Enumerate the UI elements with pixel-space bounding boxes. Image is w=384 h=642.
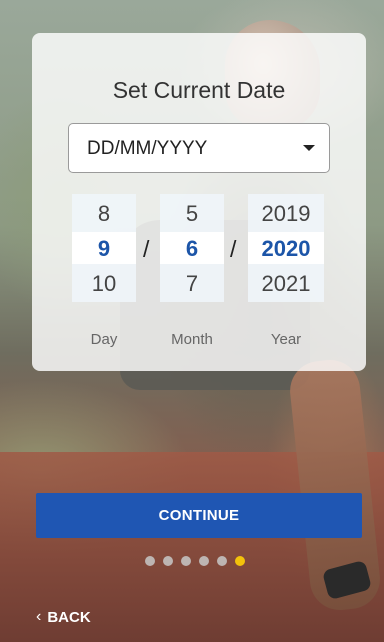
back-label: BACK: [47, 608, 91, 626]
date-card: Set Current Date DD/MM/YYYY 8 9 10 / 5 6…: [32, 33, 366, 371]
pagination-dot-active: [235, 556, 245, 566]
day-selected[interactable]: 9: [72, 236, 136, 262]
year-label: Year: [270, 331, 302, 348]
date-separator: /: [143, 236, 150, 262]
date-separator: /: [230, 236, 237, 262]
month-prev[interactable]: 5: [160, 201, 224, 227]
date-format-value: DD/MM/YYYY: [87, 138, 208, 159]
pagination-dot: [163, 556, 173, 566]
year-prev[interactable]: 2019: [248, 201, 324, 227]
chevron-left-icon: ‹: [36, 608, 42, 625]
back-button[interactable]: ‹ BACK: [36, 608, 91, 626]
day-label: Day: [90, 331, 118, 348]
page-title: Set Current Date: [112, 77, 286, 103]
day-prev[interactable]: 8: [72, 201, 136, 227]
pagination-dot: [145, 556, 155, 566]
continue-button[interactable]: CONTINUE: [36, 493, 362, 538]
day-next[interactable]: 10: [72, 271, 136, 297]
day-picker[interactable]: 8 9 10: [72, 194, 136, 302]
month-next[interactable]: 7: [160, 271, 224, 297]
year-selected[interactable]: 2020: [248, 236, 324, 262]
pagination-dot: [199, 556, 209, 566]
month-label: Month: [171, 331, 213, 348]
date-format-select[interactable]: DD/MM/YYYY: [68, 123, 330, 173]
pagination-dot: [217, 556, 227, 566]
month-selected[interactable]: 6: [160, 236, 224, 262]
month-picker[interactable]: 5 6 7: [160, 194, 224, 302]
year-picker[interactable]: 2019 2020 2021: [248, 194, 324, 302]
pagination-dots: [145, 556, 245, 566]
pagination-dot: [181, 556, 191, 566]
year-next[interactable]: 2021: [248, 271, 324, 297]
dropdown-caret-icon: [303, 145, 315, 151]
